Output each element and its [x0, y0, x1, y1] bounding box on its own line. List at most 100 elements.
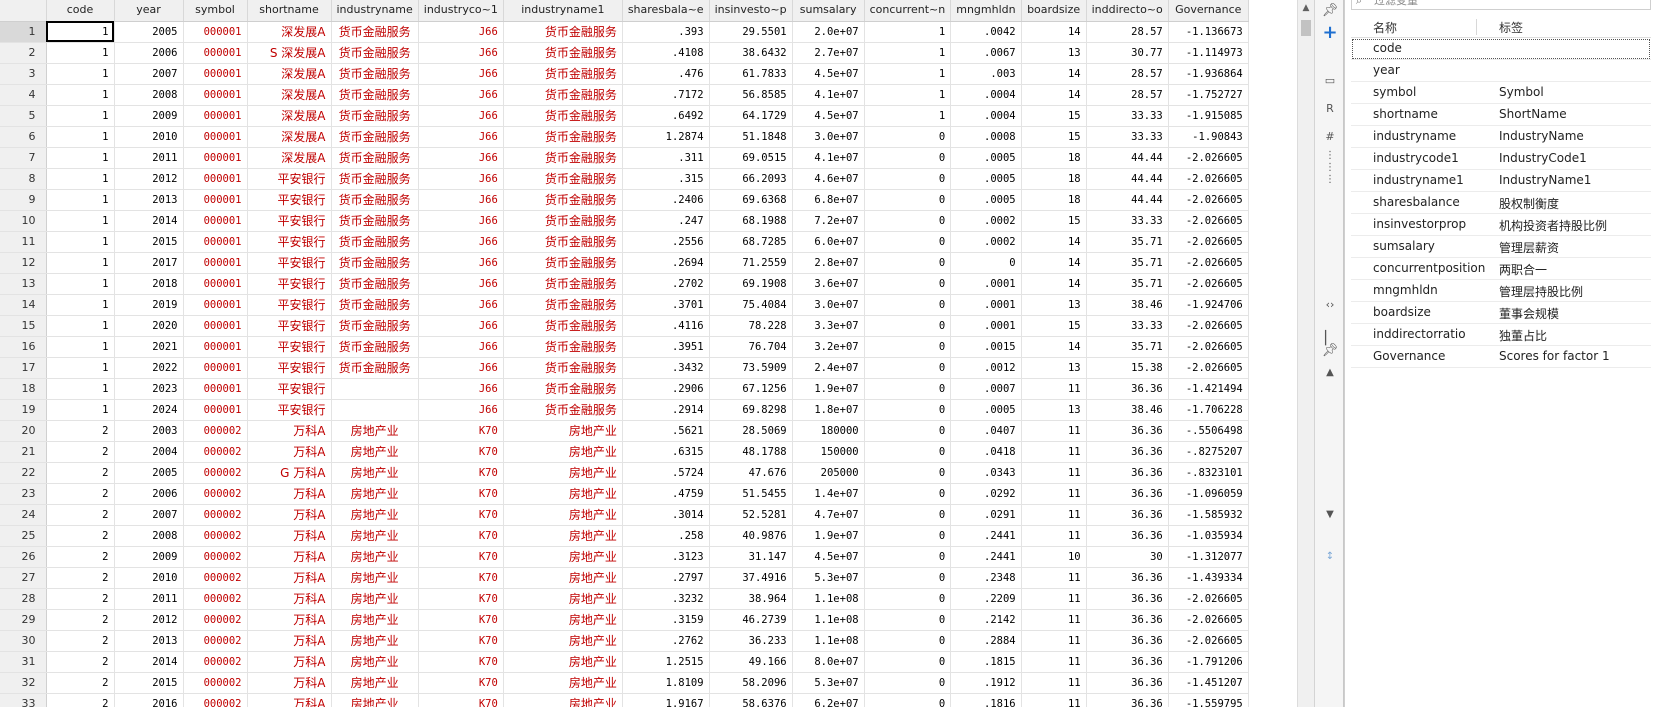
- cell-shortname[interactable]: 深发展A: [247, 21, 332, 43]
- column-header-insinvestorprop[interactable]: insinvesto~p: [709, 0, 793, 22]
- cell-mngmhldn[interactable]: .2441: [950, 525, 1022, 547]
- resize-icon[interactable]: ↕: [1320, 548, 1340, 566]
- cell-industryname1[interactable]: 货币金融服务: [503, 105, 623, 127]
- cell-code[interactable]: 2: [46, 546, 115, 568]
- cell-sharesbalance[interactable]: .2914: [622, 399, 710, 421]
- cell-industryname1[interactable]: 货币金融服务: [503, 126, 623, 148]
- cell-concurrentposition[interactable]: 0: [864, 315, 952, 337]
- row-number[interactable]: 28: [0, 588, 47, 610]
- cell-shortname[interactable]: 深发展A: [247, 126, 332, 148]
- cell-insinvestorprop[interactable]: 36.233: [709, 630, 793, 652]
- row-number[interactable]: 15: [0, 315, 47, 337]
- cell-mngmhldn[interactable]: .003: [950, 63, 1022, 85]
- cell-symbol[interactable]: 000001: [183, 273, 248, 295]
- cell-mngmhldn[interactable]: .0067: [950, 42, 1022, 64]
- cell-boardsize[interactable]: 15: [1021, 105, 1087, 127]
- cell-governance[interactable]: -2.026605: [1168, 189, 1249, 211]
- cell-inddirectoratio[interactable]: 30: [1086, 546, 1169, 568]
- cell-year[interactable]: 2021: [114, 336, 184, 358]
- cell-symbol[interactable]: 000001: [183, 21, 248, 43]
- cell-industrycode1[interactable]: K70: [418, 420, 504, 442]
- scroll-down-icon[interactable]: ▼: [1320, 506, 1340, 524]
- pin-icon-2[interactable]: 📌︎: [1320, 342, 1340, 360]
- cell-sumsalary[interactable]: 4.1e+07: [792, 147, 865, 169]
- cell-code[interactable]: 2: [46, 588, 115, 610]
- cell-shortname[interactable]: 万科A: [247, 651, 332, 673]
- cell-shortname[interactable]: 平安银行: [247, 294, 332, 316]
- collapse-arrows-icon[interactable]: ‹›: [1320, 296, 1340, 314]
- cell-mngmhldn[interactable]: .0002: [950, 210, 1022, 232]
- cell-sumsalary[interactable]: 150000: [792, 441, 865, 463]
- cell-concurrentposition[interactable]: 0: [864, 147, 952, 169]
- cell-code[interactable]: 1: [46, 189, 115, 211]
- cell-symbol[interactable]: 000002: [183, 672, 248, 694]
- cell-concurrentposition[interactable]: 0: [864, 420, 952, 442]
- cell-industryname1[interactable]: 货币金融服务: [503, 210, 623, 232]
- cell-industryname1[interactable]: 货币金融服务: [503, 357, 623, 379]
- cell-governance[interactable]: -1.924706: [1168, 294, 1249, 316]
- cell-industryname1[interactable]: 货币金融服务: [503, 399, 623, 421]
- cell-sumsalary[interactable]: 2.8e+07: [792, 252, 865, 274]
- cell-industryname1[interactable]: 货币金融服务: [503, 231, 623, 253]
- cell-mngmhldn[interactable]: .0001: [950, 273, 1022, 295]
- cell-shortname[interactable]: 万科A: [247, 525, 332, 547]
- variable-row-industryname1[interactable]: industryname1 IndustryName1: [1351, 170, 1651, 192]
- cell-code[interactable]: 1: [46, 63, 115, 85]
- cell-boardsize[interactable]: 11: [1021, 609, 1087, 631]
- cell-governance[interactable]: -2.026605: [1168, 630, 1249, 652]
- cell-industrycode1[interactable]: K70: [418, 483, 504, 505]
- cell-governance[interactable]: -1.752727: [1168, 84, 1249, 106]
- cell-governance[interactable]: -.8275207: [1168, 441, 1249, 463]
- cell-concurrentposition[interactable]: 0: [864, 231, 952, 253]
- cell-governance[interactable]: -2.026605: [1168, 231, 1249, 253]
- cell-insinvestorprop[interactable]: 46.2739: [709, 609, 793, 631]
- cell-symbol[interactable]: 000001: [183, 147, 248, 169]
- cell-governance[interactable]: -1.096059: [1168, 483, 1249, 505]
- filter-variables-input[interactable]: ⌕ 过滤变量: [1351, 0, 1651, 10]
- cell-symbol[interactable]: 000002: [183, 483, 248, 505]
- cell-sumsalary[interactable]: 1.1e+08: [792, 609, 865, 631]
- cell-symbol[interactable]: 000001: [183, 252, 248, 274]
- cell-industryname1[interactable]: 货币金融服务: [503, 378, 623, 400]
- cell-insinvestorprop[interactable]: 56.8585: [709, 84, 793, 106]
- column-header-mngmhldn[interactable]: mngmhldn: [950, 0, 1022, 22]
- variable-row-insinvestorprop[interactable]: insinvestorprop 机构投资者持股比例: [1351, 214, 1651, 236]
- cell-symbol[interactable]: 000001: [183, 294, 248, 316]
- cell-industrycode1[interactable]: K70: [418, 546, 504, 568]
- cell-shortname[interactable]: 万科A: [247, 441, 332, 463]
- cell-sumsalary[interactable]: 2.0e+07: [792, 21, 865, 43]
- cell-industryname[interactable]: 货币金融服务: [331, 168, 419, 190]
- cell-sumsalary[interactable]: 180000: [792, 420, 865, 442]
- cell-mngmhldn[interactable]: .0005: [950, 168, 1022, 190]
- cell-governance[interactable]: -1.706228: [1168, 399, 1249, 421]
- row-number[interactable]: 24: [0, 504, 47, 526]
- cell-sumsalary[interactable]: 3.6e+07: [792, 273, 865, 295]
- cell-shortname[interactable]: 深发展A: [247, 63, 332, 85]
- cell-sumsalary[interactable]: 4.5e+07: [792, 105, 865, 127]
- cell-industryname[interactable]: 货币金融服务: [331, 252, 419, 274]
- cell-symbol[interactable]: 000002: [183, 462, 248, 484]
- cell-insinvestorprop[interactable]: 51.5455: [709, 483, 793, 505]
- cell-industryname1[interactable]: 房地产业: [503, 588, 623, 610]
- cell-year[interactable]: 2010: [114, 126, 184, 148]
- cell-year[interactable]: 2019: [114, 294, 184, 316]
- variable-row-code[interactable]: code: [1351, 38, 1651, 60]
- cell-industryname[interactable]: 房地产业: [331, 525, 419, 547]
- cell-shortname[interactable]: G 万科A: [247, 462, 332, 484]
- cell-sumsalary[interactable]: 4.1e+07: [792, 84, 865, 106]
- cell-inddirectoratio[interactable]: 36.36: [1086, 378, 1169, 400]
- cell-insinvestorprop[interactable]: 29.5501: [709, 21, 793, 43]
- row-number[interactable]: 6: [0, 126, 47, 148]
- cell-year[interactable]: 2024: [114, 399, 184, 421]
- cell-code[interactable]: 1: [46, 168, 115, 190]
- row-number[interactable]: 17: [0, 357, 47, 379]
- cell-insinvestorprop[interactable]: 69.0515: [709, 147, 793, 169]
- cell-mngmhldn[interactable]: .1816: [950, 693, 1022, 707]
- cell-boardsize[interactable]: 13: [1021, 399, 1087, 421]
- cell-industryname[interactable]: 房地产业: [331, 609, 419, 631]
- cell-industrycode1[interactable]: J66: [418, 252, 504, 274]
- cell-industryname1[interactable]: 房地产业: [503, 609, 623, 631]
- cell-inddirectoratio[interactable]: 35.71: [1086, 231, 1169, 253]
- cell-industryname[interactable]: 房地产业: [331, 588, 419, 610]
- cell-code[interactable]: 1: [46, 21, 115, 43]
